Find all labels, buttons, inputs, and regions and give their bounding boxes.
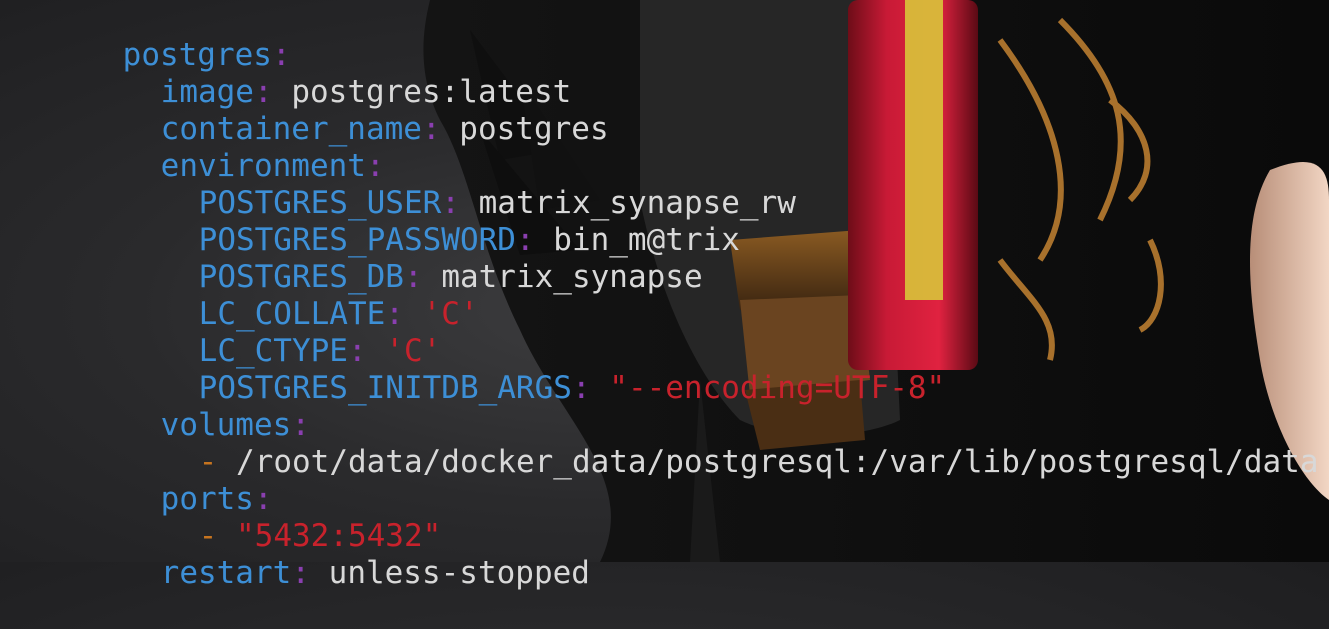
postgres-db-value: matrix_synapse (441, 259, 703, 295)
restart-key: restart (160, 555, 292, 591)
code-line-container-name: container_name: postgres (86, 74, 609, 147)
code-line-restart: restart: unless-stopped (86, 518, 590, 591)
code-line-environment: environment: (86, 111, 385, 184)
code-line-volume-item: - /root/data/docker_data/postgresql:/var… (124, 407, 1319, 480)
code-line-lc-ctype: LC_CTYPE: 'C' (124, 296, 442, 369)
code-line-initdb-args: POSTGRES_INITDB_ARGS: "--encoding=UTF-8" (124, 333, 946, 406)
yaml-code-block: postgres: image: postgres:latest contain… (0, 0, 1329, 591)
code-line-image: image: postgres:latest (86, 37, 572, 110)
code-line-volumes: volumes: (86, 370, 310, 443)
colon: : (571, 370, 591, 406)
code-line-postgres-db: POSTGRES_DB: matrix_synapse (124, 222, 703, 295)
restart-value: unless-stopped (328, 555, 590, 591)
code-line-port-item: - "5432:5432" (124, 481, 442, 554)
initdb-args-value: "--encoding=UTF-8" (609, 370, 946, 406)
code-line-lc-collate: LC_COLLATE: 'C' (124, 259, 479, 332)
container-name-value: postgres (459, 111, 609, 147)
code-line-postgres-user: POSTGRES_USER: matrix_synapse_rw (124, 148, 796, 221)
code-line-ports: ports: (86, 444, 273, 517)
colon: : (421, 111, 441, 147)
volume-item-value: /root/data/docker_data/postgresql:/var/l… (236, 444, 1319, 480)
code-line-postgres-password: POSTGRES_PASSWORD: bin_m@trix (124, 185, 740, 258)
colon: : (291, 555, 310, 591)
code-line-postgres: postgres: (48, 0, 291, 73)
